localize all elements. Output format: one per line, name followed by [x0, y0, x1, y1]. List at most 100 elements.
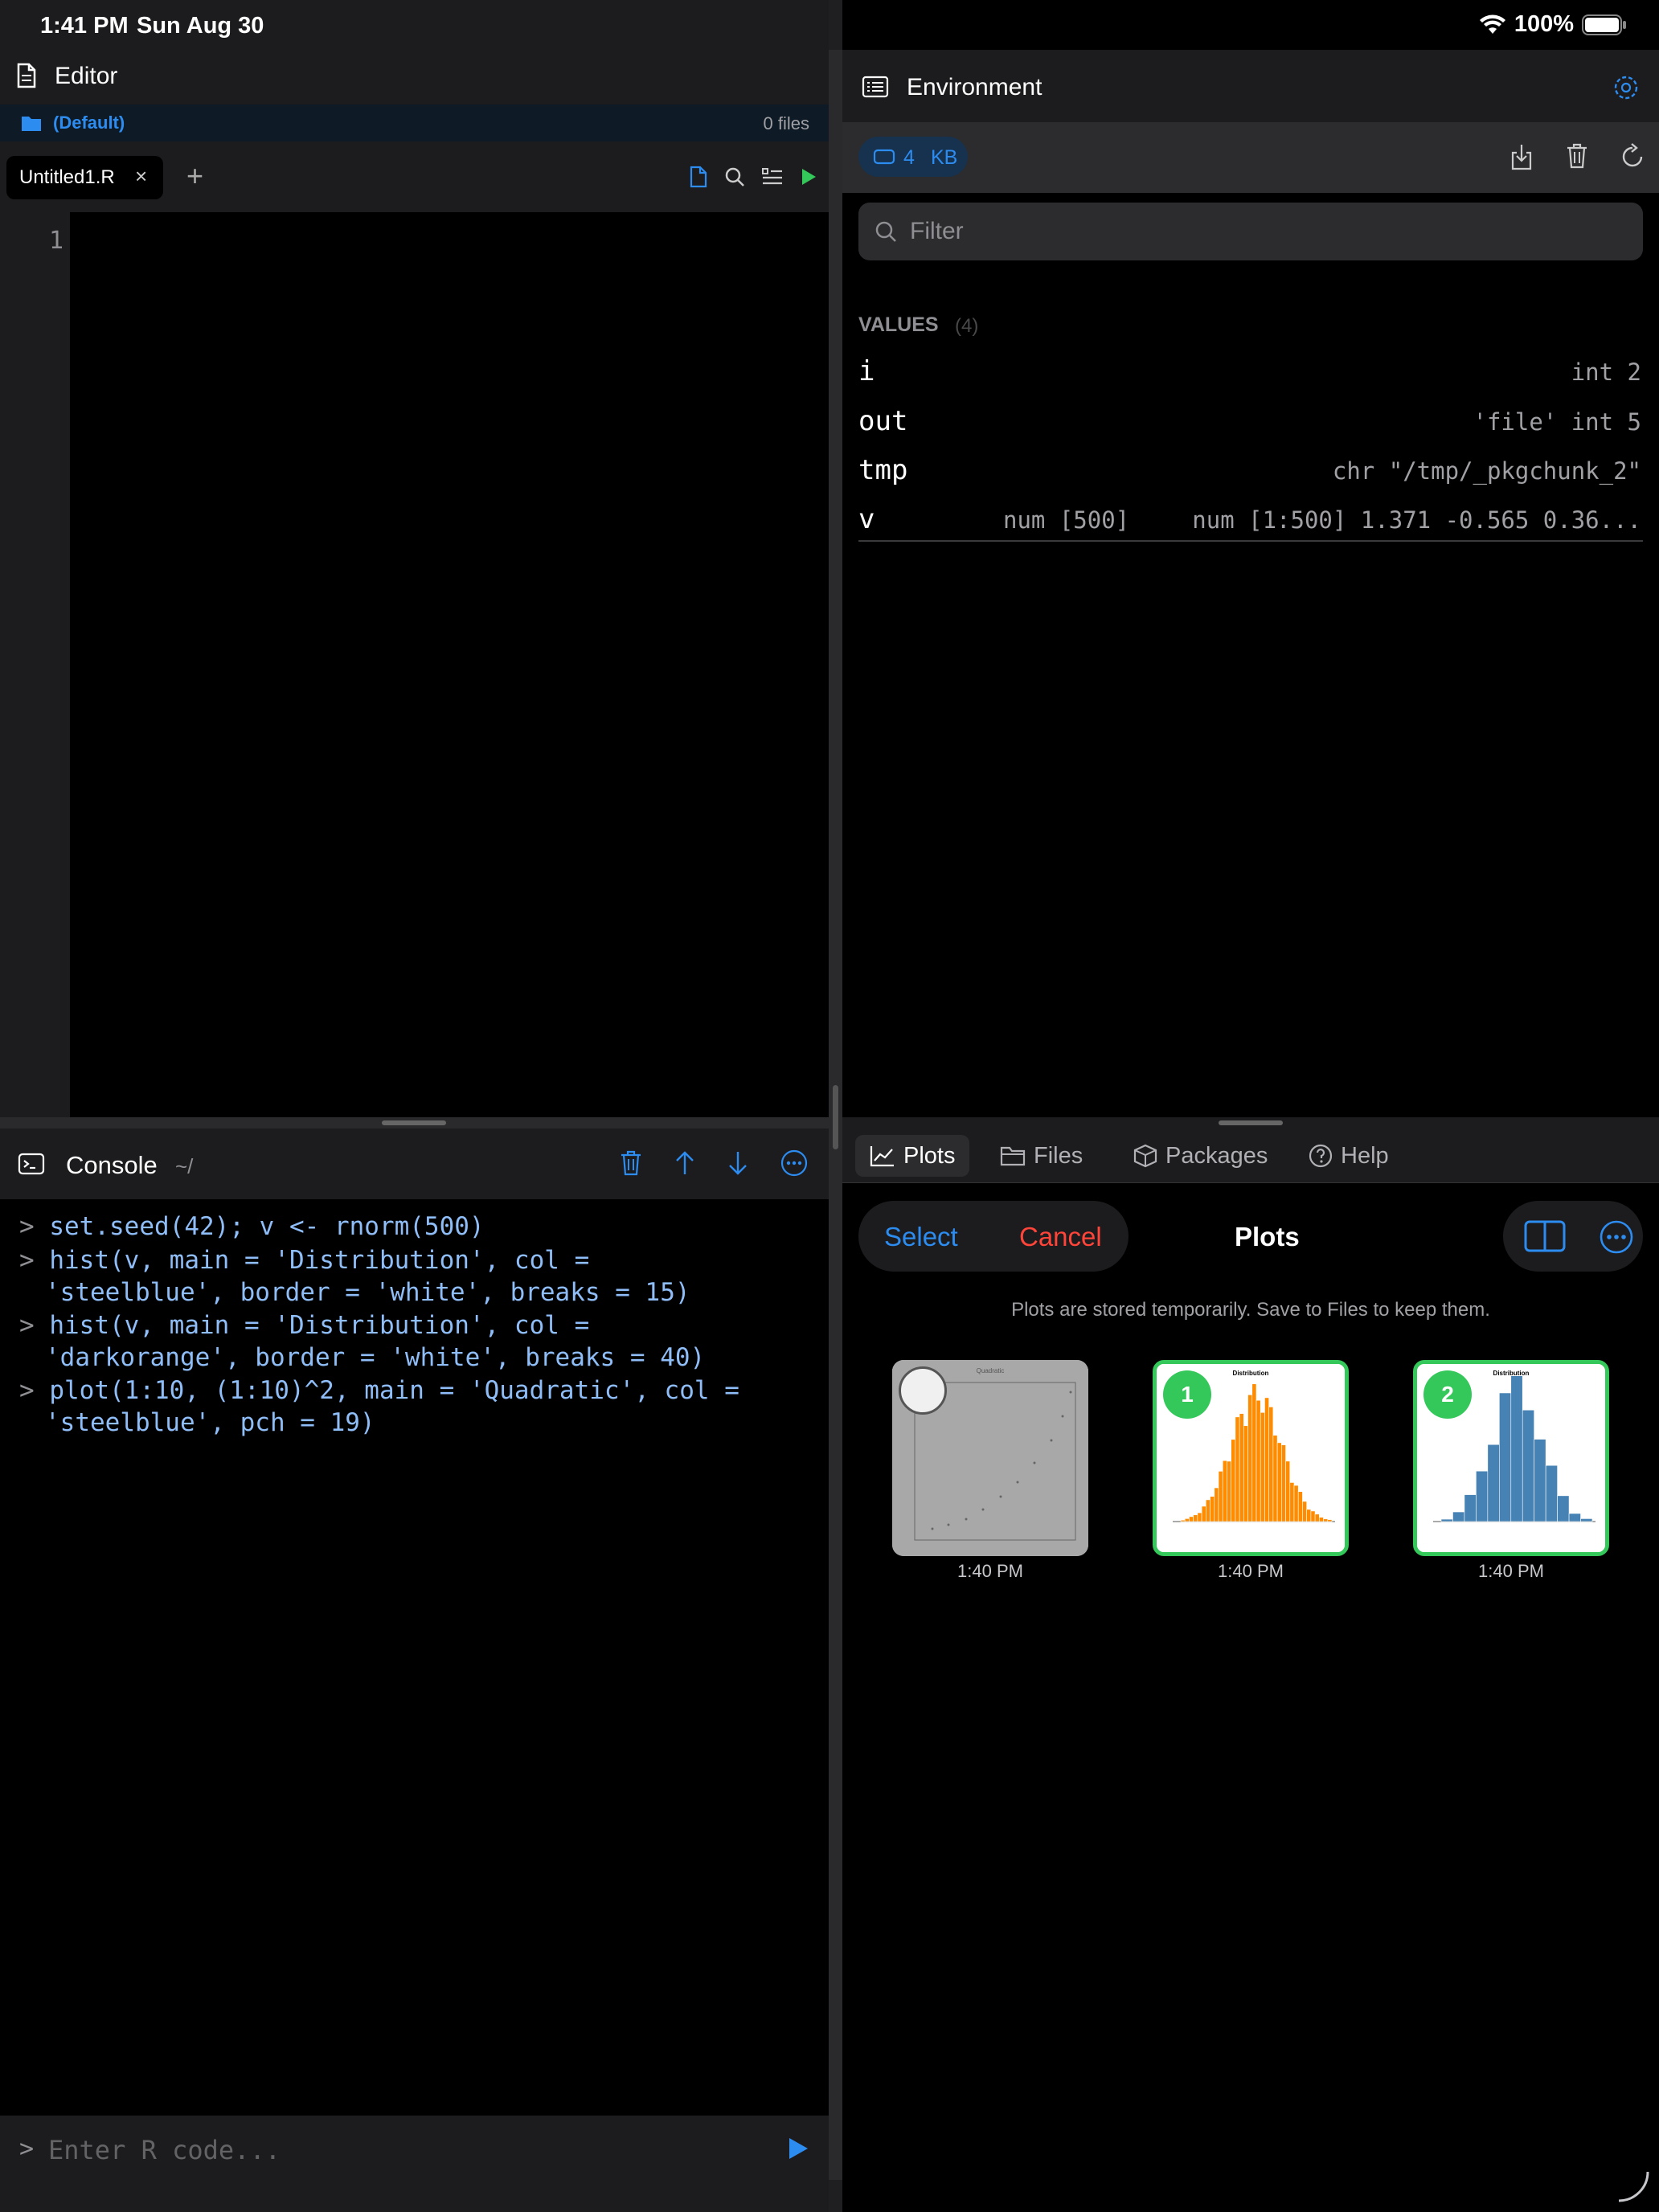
histogram-bar: [1510, 1375, 1523, 1522]
variable-name: i: [858, 355, 875, 387]
project-name[interactable]: (Default): [53, 113, 125, 133]
document-icon: [16, 63, 37, 88]
splitter-grip[interactable]: [1219, 1120, 1283, 1125]
histogram-bar: [1534, 1439, 1546, 1522]
plots-view-tools: [1503, 1201, 1643, 1272]
more-options-icon[interactable]: [780, 1149, 808, 1177]
divider-grip[interactable]: [833, 1085, 838, 1149]
variable-row-i[interactable]: i int 2: [858, 347, 1643, 395]
memory-badge: 4 KB: [858, 137, 968, 177]
status-date: Sun Aug 30: [137, 13, 264, 39]
histogram-bar: [1189, 1516, 1194, 1522]
tab-packages[interactable]: Packages: [1119, 1135, 1282, 1177]
env-plots-splitter[interactable]: [842, 1117, 1659, 1129]
tab-files[interactable]: Files: [985, 1135, 1097, 1177]
console-line: 'steelblue', pch = 19): [45, 1408, 375, 1437]
run-icon[interactable]: [800, 167, 817, 186]
histogram-bar: [1306, 1509, 1312, 1522]
variable-row-out[interactable]: out 'file' int 5: [858, 397, 1643, 445]
histogram-bar: [1235, 1416, 1240, 1522]
histogram-bar: [1193, 1514, 1198, 1522]
histogram-bar: [1227, 1460, 1231, 1522]
search-icon[interactable]: [724, 166, 745, 187]
select-button[interactable]: Select: [884, 1222, 958, 1252]
plots-tab-bar: Plots Files Packages Help: [842, 1129, 1659, 1183]
splitter-grip[interactable]: [382, 1120, 446, 1125]
plot-thumbnail-quadratic[interactable]: Quadratic: [892, 1360, 1088, 1556]
memory-value: 4: [903, 146, 915, 169]
editor-title: Editor: [55, 63, 118, 89]
variable-value: chr "/tmp/_pkgchunk_2": [1332, 457, 1641, 485]
variable-value: 'file' int 5: [1473, 408, 1641, 436]
variable-name: v: [858, 503, 875, 535]
histogram-bar: [1276, 1442, 1282, 1522]
editor-console-splitter[interactable]: [0, 1117, 829, 1129]
selection-badge[interactable]: 2: [1423, 1370, 1472, 1419]
console-input-bar[interactable]: > Enter R code...: [0, 2116, 829, 2212]
search-icon: [875, 220, 897, 243]
histogram-bar: [1297, 1491, 1303, 1522]
list-box-icon: [862, 76, 889, 98]
tab-close-button[interactable]: ×: [135, 164, 147, 189]
variable-row-v[interactable]: v num [500] num [1:500] 1.371 -0.565 0.3…: [858, 495, 1643, 543]
line-number: 1: [48, 227, 63, 255]
chart-line-icon: [870, 1145, 895, 1167]
thumbnail-time: 1:40 PM: [1478, 1561, 1544, 1581]
console-output: > set.seed(42); v <- rnorm(500) > hist(v…: [0, 1199, 829, 2116]
histogram-bar: [1293, 1485, 1299, 1522]
variable-name: out: [858, 405, 908, 437]
trash-icon[interactable]: [620, 1150, 642, 1176]
gear-icon[interactable]: [1612, 74, 1640, 101]
plots-toolbar: Select Cancel Plots: [858, 1201, 1643, 1272]
values-count: (4): [955, 315, 979, 337]
history-down-icon[interactable]: [727, 1150, 748, 1176]
selection-badge[interactable]: 1: [1163, 1370, 1211, 1419]
project-bar[interactable]: (Default) 0 files: [0, 104, 829, 141]
tab-plots[interactable]: Plots: [855, 1135, 970, 1177]
values-section-label: VALUES: [858, 313, 939, 336]
tab-label: Plots: [903, 1142, 956, 1169]
environment-title: Environment: [907, 74, 1043, 100]
add-tab-button[interactable]: +: [186, 159, 203, 193]
histogram-bar: [1264, 1397, 1269, 1522]
more-options-icon[interactable]: [1600, 1220, 1633, 1254]
histogram-bar: [1487, 1444, 1500, 1522]
resize-handle-icon[interactable]: [1616, 2169, 1651, 2204]
tab-help[interactable]: Help: [1294, 1135, 1403, 1177]
code-editor[interactable]: 1: [0, 212, 829, 1117]
filter-input[interactable]: Filter: [858, 203, 1643, 260]
memory-unit: KB: [931, 146, 958, 169]
trash-icon[interactable]: [1566, 143, 1588, 170]
plot-thumbnail-distribution-blue[interactable]: Distribution 2: [1413, 1360, 1609, 1556]
selection-circle[interactable]: [899, 1366, 947, 1415]
histogram-bar: [1476, 1470, 1489, 1522]
package-icon: [1133, 1144, 1157, 1168]
help-icon: [1309, 1144, 1333, 1168]
variable-name: tmp: [858, 454, 908, 486]
console-input[interactable]: Enter R code...: [48, 2135, 281, 2165]
histogram-bar: [1247, 1394, 1253, 1522]
plots-title: Plots: [1235, 1222, 1300, 1251]
histogram-bar: [1231, 1439, 1236, 1522]
histogram-bar: [1327, 1519, 1333, 1522]
histogram-bar: [1289, 1482, 1295, 1522]
histogram-bar: [1243, 1425, 1248, 1522]
plot-thumbnail-distribution-orange[interactable]: Distribution 1: [1153, 1360, 1349, 1556]
import-icon[interactable]: [1509, 143, 1534, 170]
input-prompt: >: [19, 2135, 35, 2163]
new-file-icon[interactable]: [689, 166, 708, 188]
history-up-icon[interactable]: [674, 1150, 695, 1176]
variable-row-tmp[interactable]: tmp chr "/tmp/_pkgchunk_2": [858, 446, 1643, 494]
split-divider[interactable]: [829, 0, 842, 2212]
cancel-button[interactable]: Cancel: [1019, 1222, 1102, 1252]
split-view-icon[interactable]: [1524, 1220, 1566, 1252]
refresh-icon[interactable]: [1620, 143, 1645, 170]
histogram-bar: [1314, 1514, 1320, 1522]
console-line: > plot(1:10, (1:10)^2, main = 'Quadratic…: [19, 1376, 739, 1405]
editor-tab-untitled1[interactable]: Untitled1.R ×: [6, 156, 163, 199]
format-list-icon[interactable]: [761, 167, 784, 186]
send-icon[interactable]: [787, 2136, 809, 2161]
histogram-bar: [1239, 1413, 1244, 1522]
histogram-bar: [1302, 1501, 1307, 1522]
thumbnail-time: 1:40 PM: [1218, 1561, 1284, 1581]
